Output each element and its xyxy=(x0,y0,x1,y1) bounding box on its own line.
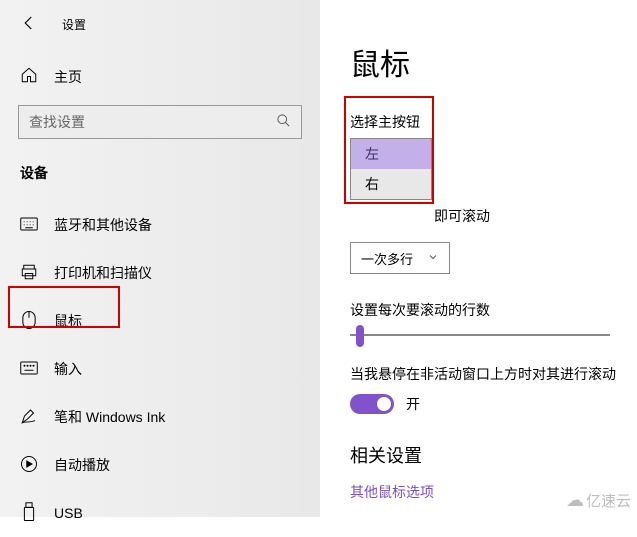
search-box[interactable] xyxy=(18,105,302,139)
section-label: 设备 xyxy=(0,163,320,183)
search-input[interactable] xyxy=(29,114,276,130)
page-title: 鼠标 xyxy=(350,40,637,84)
autoplay-icon xyxy=(20,455,38,476)
typing-icon xyxy=(20,361,38,378)
chevron-down-icon xyxy=(427,251,439,266)
hover-toggle-row: 开 xyxy=(350,394,637,414)
hover-toggle[interactable] xyxy=(350,394,394,414)
sidebar: 设置 主页 设备 蓝牙和其他设备 打印机和扫描仪 鼠标 xyxy=(0,0,320,517)
mouse-icon xyxy=(20,310,38,333)
dropdown-option-left[interactable]: 左 xyxy=(351,139,431,169)
sidebar-item-label: 输入 xyxy=(54,359,82,379)
sidebar-item-label: 自动播放 xyxy=(54,455,110,475)
sidebar-item-label: 蓝牙和其他设备 xyxy=(54,215,152,235)
printer-icon xyxy=(20,263,38,284)
sidebar-item-printers[interactable]: 打印机和扫描仪 xyxy=(0,249,320,297)
toggle-label: 开 xyxy=(406,394,420,414)
pen-icon xyxy=(20,407,38,428)
cloud-icon: ☁ xyxy=(566,490,584,511)
sidebar-item-pen[interactable]: 笔和 Windows Ink xyxy=(0,393,320,441)
sidebar-item-home[interactable]: 主页 xyxy=(0,66,320,87)
main-content: 鼠标 选择主按钮 左 右 滚动鼠标滚轮即可滚动 一次多行 设置每次要滚动的行数 … xyxy=(320,0,637,517)
sidebar-item-label: 鼠标 xyxy=(54,311,82,331)
scroll-mode-select[interactable]: 一次多行 xyxy=(350,242,450,274)
dropdown-option-right[interactable]: 右 xyxy=(351,169,431,199)
home-icon xyxy=(20,66,38,87)
sidebar-item-bluetooth[interactable]: 蓝牙和其他设备 xyxy=(0,201,320,249)
hover-scroll-label: 当我悬停在非活动窗口上方时对其进行滚动 xyxy=(350,364,637,384)
scroll-mode-value: 一次多行 xyxy=(361,249,413,268)
watermark: ☁ 亿速云 xyxy=(566,490,631,511)
rows-slider[interactable] xyxy=(350,334,610,336)
sidebar-item-label: 笔和 Windows Ink xyxy=(54,407,165,427)
usb-icon xyxy=(20,502,38,525)
primary-button-label: 选择主按钮 xyxy=(350,112,637,132)
keyboard-icon xyxy=(20,217,38,234)
search-icon xyxy=(276,113,291,131)
slider-thumb[interactable] xyxy=(356,325,364,347)
sidebar-item-mouse[interactable]: 鼠标 xyxy=(0,297,320,345)
sidebar-item-label: USB xyxy=(54,505,83,521)
header-row: 设置 xyxy=(0,10,320,38)
sidebar-item-autoplay[interactable]: 自动播放 xyxy=(0,441,320,489)
scroll-mode-label: 滚动鼠标滚轮即可滚动 xyxy=(350,206,637,226)
home-label: 主页 xyxy=(54,67,82,87)
sidebar-item-usb[interactable]: USB xyxy=(0,489,320,537)
sidebar-item-label: 打印机和扫描仪 xyxy=(54,263,152,283)
sidebar-item-typing[interactable]: 输入 xyxy=(0,345,320,393)
related-settings-title: 相关设置 xyxy=(350,442,637,468)
back-arrow-icon[interactable] xyxy=(20,14,38,35)
settings-title: 设置 xyxy=(62,16,86,33)
toggle-knob xyxy=(377,397,391,411)
rows-per-scroll-label: 设置每次要滚动的行数 xyxy=(350,300,637,320)
primary-button-dropdown[interactable]: 左 右 xyxy=(350,138,432,200)
